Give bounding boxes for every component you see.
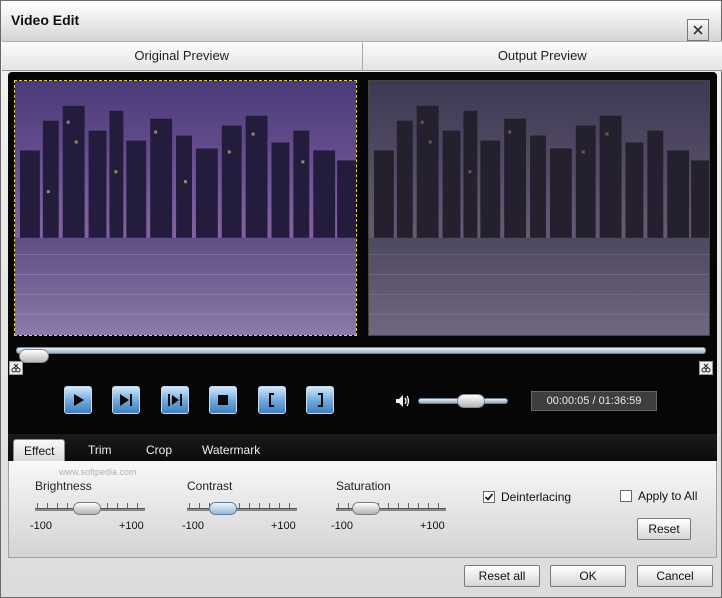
output-preview-label: Output Preview: [361, 42, 722, 70]
set-end-button[interactable]: [306, 386, 334, 414]
timeline: [8, 342, 717, 376]
close-icon: [693, 25, 703, 35]
right-bracket-icon: [318, 393, 323, 407]
step-icon: [168, 394, 182, 406]
volume-thumb[interactable]: [457, 394, 485, 408]
stop-icon: [218, 395, 228, 405]
tab-bar: Effect Trim Crop Watermark: [8, 434, 717, 461]
brightness-min: -100: [30, 520, 53, 532]
saturation-thumb[interactable]: [352, 502, 380, 515]
original-video-frame: [15, 81, 356, 335]
saturation-min: -100: [331, 520, 354, 532]
apply-to-all-box[interactable]: [620, 490, 632, 502]
next-frame-button[interactable]: [112, 386, 140, 414]
apply-to-all-checkbox[interactable]: Apply to All: [620, 489, 697, 503]
trim-end-marker[interactable]: [699, 361, 713, 375]
deinterlacing-checkbox[interactable]: Deinterlacing: [483, 490, 571, 504]
contrast-slider[interactable]: [187, 508, 297, 511]
play-button[interactable]: [64, 386, 92, 414]
contrast-min: -100: [182, 520, 205, 532]
original-preview-label: Original Preview: [134, 48, 230, 63]
time-readout: 00:00:05 / 01:36:59: [531, 391, 657, 411]
tab-crop[interactable]: Crop: [136, 439, 182, 461]
apply-to-all-label: Apply to All: [638, 489, 698, 503]
ok-button[interactable]: OK: [550, 565, 626, 587]
saturation-max: +100: [420, 520, 445, 532]
output-preview-video: [368, 80, 710, 336]
scissors-icon: [701, 363, 711, 373]
stop-button[interactable]: [209, 386, 237, 414]
next-frame-icon: [120, 394, 132, 406]
reset-button[interactable]: Reset: [637, 518, 691, 540]
title-bar: Video Edit: [1, 1, 721, 41]
dialog-footer: Reset all OK Cancel: [2, 558, 722, 598]
output-video-frame: [369, 81, 709, 335]
preview-headers: Original Preview Output Preview: [2, 41, 722, 71]
left-bracket-icon: [269, 393, 274, 407]
timeline-thumb[interactable]: [19, 349, 49, 363]
window-title: Video Edit: [11, 12, 80, 28]
checkmark-icon: [484, 493, 494, 501]
contrast-thumb[interactable]: [209, 502, 237, 515]
brightness-label: Brightness: [35, 479, 92, 493]
deinterlacing-box[interactable]: [483, 491, 495, 503]
brightness-max: +100: [119, 520, 144, 532]
brightness-thumb[interactable]: [73, 502, 101, 515]
contrast-max: +100: [271, 520, 296, 532]
video-edit-window: Video Edit Original Preview Output Previ…: [0, 0, 722, 598]
tab-effect[interactable]: Effect: [13, 439, 66, 461]
original-preview-video[interactable]: [14, 80, 357, 336]
saturation-label: Saturation: [336, 479, 391, 493]
contrast-label: Contrast: [187, 479, 233, 493]
set-start-button[interactable]: [258, 386, 286, 414]
scissors-icon: [11, 363, 21, 373]
play-icon: [74, 394, 84, 406]
tab-watermark[interactable]: Watermark: [192, 439, 270, 461]
preview-stage: 00:00:05 / 01:36:59: [8, 72, 717, 434]
step-button[interactable]: [161, 386, 189, 414]
timeline-track[interactable]: [16, 347, 706, 363]
cancel-button[interactable]: Cancel: [637, 565, 713, 587]
trim-start-marker[interactable]: [9, 361, 23, 375]
volume-icon[interactable]: [394, 392, 412, 410]
close-button[interactable]: [687, 19, 709, 41]
volume-slider[interactable]: [418, 394, 508, 408]
tab-trim[interactable]: Trim: [78, 439, 122, 461]
deinterlacing-label: Deinterlacing: [501, 490, 572, 504]
effect-panel: www.softpedia.com Brightness -100 +100 C…: [8, 461, 717, 558]
softpedia-watermark: www.softpedia.com: [59, 467, 137, 477]
reset-all-button[interactable]: Reset all: [464, 565, 540, 587]
